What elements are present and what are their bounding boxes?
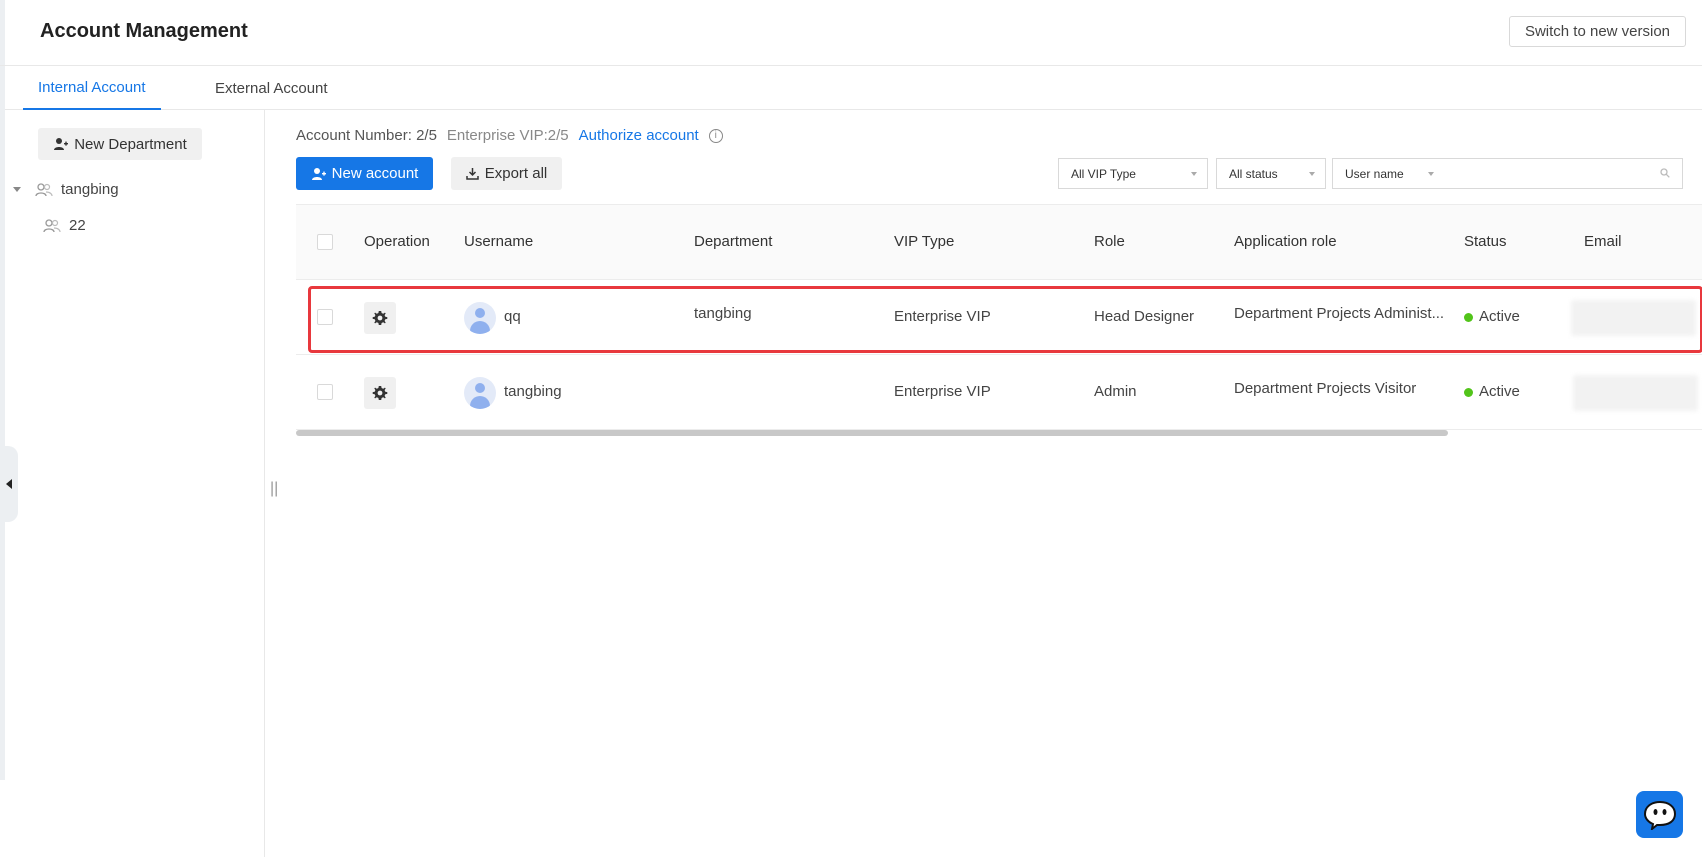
select-all-checkbox[interactable] [317, 234, 333, 250]
account-management-page: Account Management Switch to new version… [0, 0, 1702, 857]
username-cell: tangbing [504, 383, 562, 400]
department-cell: tangbing [694, 305, 752, 322]
status-cell: Active [1464, 383, 1520, 400]
column-header-role: Role [1094, 233, 1125, 250]
authorize-account-link[interactable]: Authorize account [579, 127, 699, 144]
table-row[interactable]: tangbing Enterprise VIP Admin Department… [296, 355, 1702, 430]
department-sidebar: New Department tangbing 22 [5, 110, 265, 857]
dropdown-arrow-icon [1191, 172, 1197, 176]
chat-bubble-icon [1643, 800, 1676, 830]
row-settings-button[interactable] [364, 302, 396, 334]
chat-support-button[interactable] [1636, 791, 1683, 838]
search-input[interactable] [1444, 158, 1683, 189]
tree-node-22[interactable]: 22 [43, 217, 86, 234]
tree-node-tangbing[interactable]: tangbing [13, 181, 119, 198]
row-settings-button[interactable] [364, 377, 396, 409]
tree-node-label: tangbing [61, 181, 119, 198]
caret-down-icon [13, 187, 21, 192]
account-number-label: Account Number: 2/5 [296, 127, 437, 144]
vip-type-cell: Enterprise VIP [894, 383, 991, 400]
vip-type-select-value: All VIP Type [1071, 166, 1136, 181]
column-header-vip-type: VIP Type [894, 233, 955, 250]
role-cell: Admin [1094, 383, 1137, 400]
switch-version-button[interactable]: Switch to new version [1509, 16, 1686, 47]
vip-type-select[interactable]: All VIP Type [1058, 158, 1208, 189]
panel-splitter[interactable]: || [270, 480, 278, 498]
avatar [464, 377, 496, 409]
column-header-username: Username [464, 233, 534, 250]
column-header-application-role: Application role [1234, 233, 1337, 250]
info-icon[interactable]: i [708, 128, 723, 143]
username-cell: qq [504, 308, 521, 325]
new-department-button[interactable]: New Department [38, 128, 202, 160]
export-all-label: Export all [484, 165, 548, 182]
add-user-icon [311, 167, 326, 180]
application-role-cell: Department Projects Administ... [1234, 305, 1445, 322]
column-header-email: Email [1584, 233, 1622, 250]
column-header-operation: Operation [364, 233, 430, 250]
search-icon[interactable] [1660, 168, 1670, 178]
application-role-cell: Department Projects Visitor [1234, 380, 1417, 397]
dropdown-arrow-icon [1428, 172, 1434, 176]
page-title: Account Management [40, 20, 248, 42]
row-checkbox[interactable] [317, 384, 333, 400]
new-department-label: New Department [74, 135, 187, 153]
row-checkbox[interactable] [317, 309, 333, 325]
vip-type-cell: Enterprise VIP [894, 308, 991, 325]
group-icon [43, 218, 61, 232]
column-header-department: Department [694, 233, 773, 250]
caret-left-icon [6, 479, 12, 489]
tree-node-label: 22 [69, 217, 86, 234]
export-all-button[interactable]: Export all [451, 157, 562, 190]
table-header: Operation Username Department VIP Type R… [296, 204, 1702, 280]
tab-external-account[interactable]: External Account [215, 66, 328, 110]
horizontal-scrollbar[interactable] [296, 430, 1448, 436]
new-account-label: New account [331, 165, 419, 182]
table-row[interactable]: qq tangbing Enterprise VIP Head Designer… [296, 280, 1702, 355]
download-icon [465, 168, 479, 180]
search-field-select[interactable]: User name [1332, 158, 1445, 189]
status-select-value: All status [1229, 166, 1278, 181]
account-tabs: Internal Account External Account [5, 66, 1702, 110]
status-cell: Active [1464, 308, 1520, 325]
status-select[interactable]: All status [1216, 158, 1326, 189]
status-dot [1464, 387, 1473, 397]
gear-icon [372, 311, 388, 325]
account-summary: Account Number: 2/5 Enterprise VIP:2/5 A… [296, 127, 723, 144]
email-cell-blurred [1571, 300, 1696, 336]
column-header-status: Status [1464, 233, 1507, 250]
email-cell-blurred [1573, 375, 1698, 411]
enterprise-vip-count: Enterprise VIP:2/5 [446, 127, 569, 144]
gear-icon [372, 386, 388, 400]
page-header: Account Management Switch to new version [0, 0, 1702, 66]
group-icon [35, 182, 53, 196]
new-account-button[interactable]: New account [296, 157, 433, 190]
account-number-value: 2/5 [416, 127, 437, 144]
main-content: Account Number: 2/5 Enterprise VIP:2/5 A… [296, 110, 1702, 857]
avatar [464, 302, 496, 334]
role-cell: Head Designer [1094, 308, 1195, 325]
add-user-icon [54, 138, 69, 150]
dropdown-arrow-icon [1309, 172, 1315, 176]
collapse-sidebar-button[interactable] [0, 446, 18, 522]
search-field-select-value: User name [1345, 166, 1404, 181]
status-dot [1464, 312, 1473, 322]
tab-internal-account[interactable]: Internal Account [23, 66, 161, 110]
